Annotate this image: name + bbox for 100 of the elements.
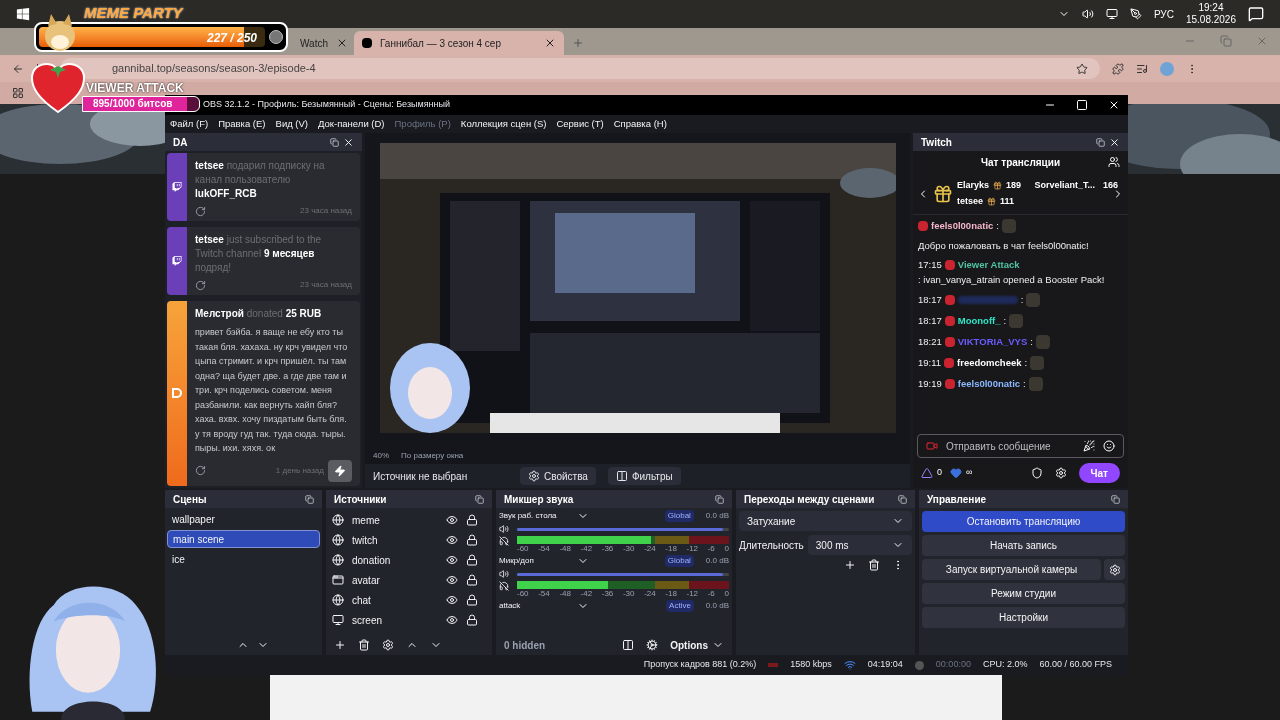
channel-reading: 0.0 dB (705, 555, 729, 567)
meter-tick: -6 (707, 589, 715, 598)
channel-badge: Global (664, 555, 694, 567)
meter-tick: -12 (686, 589, 699, 598)
message-time: 18:17 (918, 294, 942, 306)
stream-time: 04:19:04 (867, 658, 903, 672)
source-status: Источник не выбран (373, 469, 469, 484)
zoom-level[interactable]: 40% (373, 450, 389, 462)
meter-tick: 0 (724, 544, 729, 553)
hearts-count: ∞ (966, 466, 973, 480)
meter-tick: -36 (601, 589, 614, 598)
channel-reading: 0.0 dB (705, 600, 729, 612)
message-time: 19:19 (918, 378, 942, 390)
options-button[interactable]: Options (670, 637, 724, 653)
scene-item[interactable]: main scene (167, 530, 320, 548)
alert-text: tetsee just subscribed to the Twitch channel 9 месяцев подряд! (195, 233, 323, 275)
duration-label: Длительность (739, 538, 804, 553)
message-time: 17:15 (918, 259, 942, 271)
transition-select[interactable]: Затухание (739, 511, 912, 531)
meter-tick: -60 (517, 589, 529, 598)
chat-system-message: Добро пожаловать в чат feels0l00natic! (918, 240, 1090, 252)
meter-tick: -42 (580, 544, 593, 553)
chat-username: feels0l00natic (931, 220, 994, 232)
chat-username: Moonoff_ (957, 315, 1001, 327)
clock-time: 19:24 (1198, 2, 1224, 14)
meter-tick: -54 (538, 589, 550, 598)
chat-username: VIKTORIA_VYS (957, 336, 1028, 348)
chat-colon: : (1023, 378, 1026, 390)
dock-title: Сцены (173, 492, 207, 507)
control-button[interactable]: Начать запись (922, 535, 1125, 556)
dock-title: Управление (927, 492, 987, 507)
address-bar[interactable]: gannibal.top/seasons/season-3/episode-4 (60, 58, 1100, 79)
points-count: 0 (937, 466, 942, 480)
dock-title: Источники (334, 492, 387, 507)
control-button[interactable]: Запуск виртуальной камеры (922, 559, 1101, 580)
channel-badge: Active (666, 600, 694, 612)
chat-username: freedomcheek (957, 357, 1022, 369)
bitrate: 1580 kbps (790, 658, 832, 672)
duration-field[interactable]: 300 ms (807, 535, 912, 555)
scene-item[interactable]: ice (167, 550, 320, 568)
alert-message: привет бэйба. я ваще не ебу кто ты такая бля. хахаха. ну крч увидел что цыпа стримит. и крч пришёл. ты там одна? ща будет две. а где две там и три. крч поделись советом. меня разбанили. как вернуть хайп бля? хаха. вхвх. хочу пиздатым быть бля. у тя вроду гуд так. туда сюда. тыры. пыры. ихи. хяхя. ок (195, 326, 349, 455)
fit-mode[interactable]: По размеру окна (401, 450, 464, 462)
browser-tab[interactable]: Ганнибал — 3 сезон 4 сер (354, 31, 564, 55)
control-button[interactable]: Остановить трансляцию (922, 511, 1125, 532)
dock-title: Микшер звука (504, 492, 574, 507)
control-button[interactable]: Настройки (922, 607, 1125, 628)
meter-tick: -48 (559, 544, 571, 553)
chat-message-text: : ivan_vanya_atrain opened a Booster Pack! (918, 274, 1105, 286)
meter-tick: -18 (665, 544, 677, 553)
properties-button[interactable]: Свойства (520, 467, 596, 485)
tab-title: Ганнибал — 3 сезон 4 сер (380, 36, 501, 51)
source-item[interactable]: twitch (352, 532, 438, 548)
meter-tick: -54 (538, 544, 550, 553)
viewer-attack-title: VIEWER ATTACK (86, 80, 184, 96)
meter-tick: -30 (622, 544, 635, 553)
channel-name: Звук раб. стола (499, 510, 558, 522)
meter-tick: -6 (707, 544, 715, 553)
meter-tick: -30 (622, 589, 635, 598)
meter-tick: -24 (644, 589, 656, 598)
meter-tick: 0 (724, 589, 729, 598)
meter-tick: -42 (580, 589, 593, 598)
hidden-count: 0 hidden (504, 638, 547, 653)
message-time: 19:11 (918, 357, 942, 369)
message-time: 18:17 (918, 315, 942, 327)
fps: 60.00 / 60.00 FPS (1039, 658, 1112, 672)
source-item[interactable]: donation (352, 552, 438, 568)
chat-colon: : (1003, 315, 1007, 327)
source-item[interactable]: chat (352, 592, 438, 608)
chat-colon: : (1020, 294, 1024, 306)
filters-button[interactable]: Фильтры (607, 467, 681, 485)
source-item[interactable]: screen (352, 612, 438, 628)
browser-tab[interactable]: Watch (292, 31, 354, 55)
source-item[interactable]: meme (352, 512, 438, 528)
alert-text: Мелстрой donated 25 RUB (195, 307, 323, 321)
tab-title: Watch (300, 36, 328, 51)
chat-colon: : (996, 220, 999, 232)
source-item[interactable]: avatar (352, 572, 438, 588)
channel-badge: Global (664, 510, 694, 522)
chat-username: feels0l00natic (957, 378, 1021, 390)
chat-colon: : (1024, 357, 1028, 369)
chat-username: Viewer Attack (957, 259, 1020, 271)
dock-title: Переходы между сценами (744, 492, 875, 507)
meter-tick: -24 (644, 544, 656, 553)
meter-tick: -48 (559, 589, 571, 598)
record-time: 00:00:00 (935, 658, 971, 672)
channel-name: Микр/доп (499, 555, 535, 567)
meter-tick: -60 (517, 544, 529, 553)
scene-item[interactable]: wallpaper (167, 510, 320, 528)
cpu-usage: CPU: 2.0% (982, 658, 1028, 672)
message-time: 18:21 (918, 336, 942, 348)
meter-tick: -36 (601, 544, 614, 553)
channel-name: attack (499, 600, 522, 612)
message-field[interactable]: Отправить сообщение (946, 438, 1075, 454)
meter-tick: -18 (665, 589, 677, 598)
message-bar[interactable]: Отправить сообщение (917, 434, 1124, 458)
control-button[interactable]: Режим студии (922, 583, 1125, 604)
meme-party-title: MEME PARTY (84, 5, 183, 21)
chat-colon: : (1030, 336, 1033, 348)
language-indicator[interactable]: РУС (1153, 6, 1174, 22)
chat-send-button[interactable]: Чат (1078, 463, 1120, 483)
